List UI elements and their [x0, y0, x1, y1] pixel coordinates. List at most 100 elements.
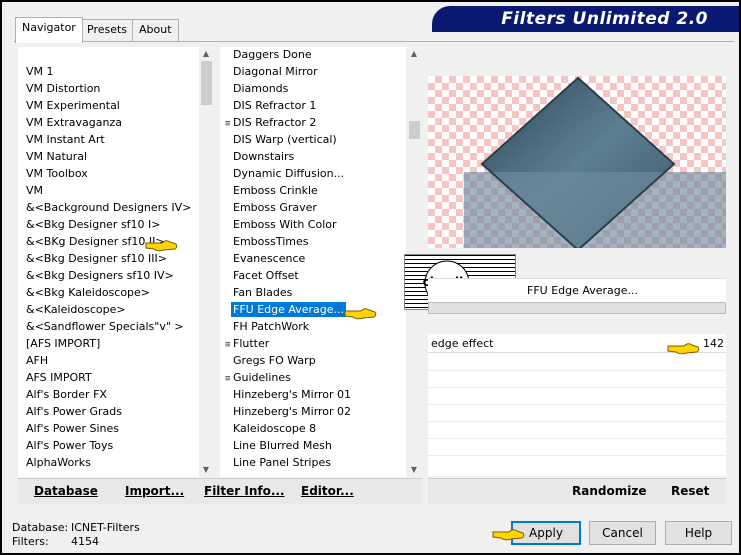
category-item[interactable]: VM Toolbox [26, 165, 191, 182]
cancel-button[interactable]: Cancel [589, 521, 656, 545]
category-label: VM Natural [26, 150, 88, 163]
preview-canvas [428, 76, 726, 248]
category-label: &<Bkg Designer sf10 III> [26, 252, 168, 265]
help-button[interactable]: Help [665, 521, 732, 545]
category-item[interactable]: &<Bkg Designers sf10 IV> [26, 267, 191, 284]
filter-item[interactable]: Kaleidoscope 8 [225, 420, 351, 437]
category-item[interactable]: VM Experimental [26, 97, 191, 114]
filter-item[interactable]: DIS Refractor 1 [225, 97, 351, 114]
filter-item[interactable]: Emboss With Color [225, 216, 351, 233]
database-value: ICNET-Filters [71, 521, 140, 534]
filter-item-selected[interactable]: FFU Edge Average... [225, 301, 351, 318]
filter-label: EmbossTimes [233, 235, 309, 248]
filters-unlimited-window: Filters Unlimited 2.0 Navigator Presets … [0, 0, 741, 555]
category-item[interactable]: Alf's Border FX [26, 386, 191, 403]
category-item[interactable]: VM Natural [26, 148, 191, 165]
filter-item[interactable]: Facet Offset [225, 267, 351, 284]
filter-item[interactable]: Fan Blades [225, 284, 351, 301]
filter-label: Hinzeberg's Mirror 01 [233, 388, 352, 401]
filter-label: DIS Warp (vertical) [233, 133, 337, 146]
category-item[interactable]: &<Sandflower Specials"v" > [26, 318, 191, 335]
category-item[interactable]: VM Instant Art [26, 131, 191, 148]
tab-about[interactable]: About [132, 19, 179, 41]
category-item[interactable]: Alf's Power Grads [26, 403, 191, 420]
window-title: Filters Unlimited 2.0 [501, 9, 708, 29]
category-item[interactable]: AlphaWorks [26, 454, 191, 471]
filter-item[interactable]: DIS Warp (vertical) [225, 131, 351, 148]
filter-item[interactable]: Hinzeberg's Mirror 01 [225, 386, 351, 403]
category-item[interactable]: AFH [26, 352, 191, 369]
filter-scroll-thumb[interactable] [409, 121, 420, 139]
filter-item[interactable]: Emboss Crinkle [225, 182, 351, 199]
category-item[interactable]: Alf's Power Toys [26, 437, 191, 454]
filter-item[interactable]: Hinzeberg's Mirror 02 [225, 403, 351, 420]
category-item[interactable]: VM Distortion [26, 80, 191, 97]
pointing-hand-icon [344, 308, 377, 320]
category-item[interactable]: &<Background Designers IV> [26, 199, 191, 216]
category-item[interactable]: [AFS IMPORT] [26, 335, 191, 352]
filter-item[interactable]: Evanescence [225, 250, 351, 267]
scroll-down-icon[interactable]: ▼ [407, 463, 421, 477]
category-label: VM Distortion [26, 82, 101, 95]
category-item[interactable]: VM [26, 182, 191, 199]
category-label: [AFS IMPORT] [26, 337, 101, 350]
category-item[interactable]: &<Bkg Kaleidoscope> [26, 284, 191, 301]
filter-label: Diamonds [233, 82, 289, 95]
filter-name-box: FFU Edge Average... [428, 278, 726, 302]
database-button[interactable]: Database [34, 484, 98, 498]
filter-item[interactable]: ≡ Flutter [225, 335, 351, 352]
filter-label: FFU Edge Average... [231, 302, 347, 317]
pointing-hand-icon [492, 529, 525, 541]
category-label: AFS IMPORT [26, 371, 92, 384]
filter-item[interactable]: FH PatchWork [225, 318, 351, 335]
filter-item[interactable]: Line Blurred Mesh [225, 437, 351, 454]
filter-item[interactable]: Dynamic Diffusion... [225, 165, 351, 182]
reset-button[interactable]: Reset [671, 484, 709, 498]
tab-navigator[interactable]: Navigator [15, 17, 83, 43]
filter-info-button[interactable]: Filter Info... [204, 484, 285, 498]
filter-label: DIS Refractor 1 [233, 99, 317, 112]
category-scrollbar[interactable]: ▲ ▼ [199, 47, 214, 477]
filter-item[interactable]: Daggers Done [225, 47, 351, 63]
category-label: &<Sandflower Specials"v" > [26, 320, 184, 333]
category-item[interactable]: &<Kaleidoscope> [26, 301, 191, 318]
editor-button[interactable]: Editor... [301, 484, 354, 498]
tab-presets[interactable]: Presets [80, 19, 135, 41]
filter-item[interactable]: Diamonds [225, 80, 351, 97]
filter-item[interactable]: Downstairs [225, 148, 351, 165]
scroll-up-icon[interactable]: ▲ [199, 47, 213, 61]
filter-label: Kaleidoscope 8 [233, 422, 317, 435]
filter-label: Line Blurred Mesh [233, 439, 332, 452]
database-label: Database: [12, 521, 69, 534]
category-item[interactable]: &<Bkg Designer sf10 I> [26, 216, 191, 233]
category-item[interactable]: VM Extravaganza [26, 114, 191, 131]
filter-item[interactable]: Line Panel Stripes [225, 454, 351, 471]
import-button[interactable]: Import... [125, 484, 184, 498]
category-list[interactable]: VM 1 VM Distortion VM Experimental VM Extra… [18, 47, 214, 477]
randomize-button[interactable]: Randomize [572, 484, 646, 498]
filter-label: Facet Offset [233, 269, 299, 282]
category-item[interactable]: Alf's Power Sines [26, 420, 191, 437]
filter-item[interactable]: ≡ DIS Refractor 2 [225, 114, 351, 131]
filter-item[interactable]: Diagonal Mirror [225, 63, 351, 80]
filter-label: Emboss With Color [233, 218, 337, 231]
category-label: AlphaWorks [26, 456, 91, 469]
filters-label: Filters: [12, 535, 49, 548]
scroll-up-icon[interactable]: ▲ [407, 47, 421, 61]
filter-list[interactable]: Daggers Done Diagonal Mirror Diamonds DIS R… [220, 47, 422, 477]
category-item[interactable]: AFS IMPORT [26, 369, 191, 386]
filter-item[interactable]: EmbossTimes [225, 233, 351, 250]
filter-item[interactable]: Emboss Graver [225, 199, 351, 216]
scroll-down-icon[interactable]: ▼ [199, 463, 213, 477]
filter-item[interactable]: Gregs FO Warp [225, 352, 351, 369]
category-scroll-thumb[interactable] [201, 61, 212, 105]
tab-divider [14, 41, 734, 42]
filter-label: Daggers Done [233, 48, 312, 61]
filter-label: Diagonal Mirror [233, 65, 318, 78]
category-label: VM 1 [26, 65, 54, 78]
filter-item[interactable]: ≡ Guidelines [225, 369, 351, 386]
category-item[interactable]: VM 1 [26, 63, 191, 80]
category-label: Alf's Power Grads [26, 405, 122, 418]
pointing-hand-icon [145, 240, 178, 252]
filter-label: Downstairs [233, 150, 295, 163]
